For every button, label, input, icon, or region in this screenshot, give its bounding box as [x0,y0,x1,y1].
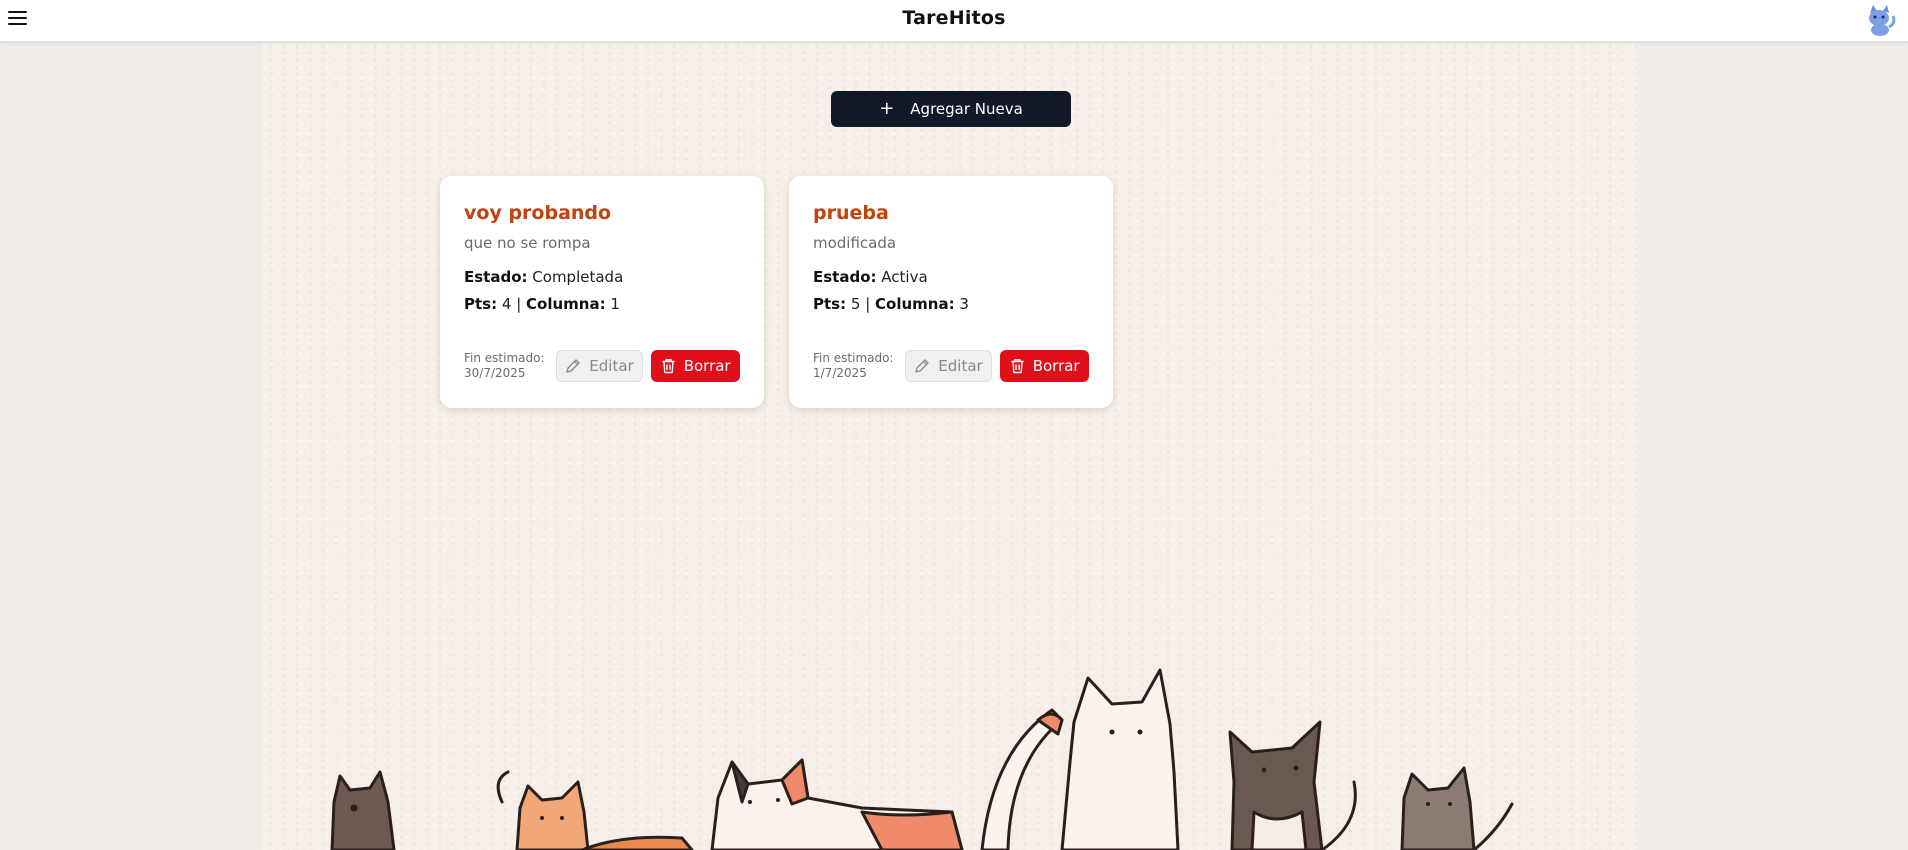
due-value: 30/7/2025 [464,366,526,380]
edit-button[interactable]: Editar [555,350,644,382]
status-label: Estado: [464,268,528,286]
edit-label: Editar [589,357,634,375]
due-date: Fin estimado: 1/7/2025 [813,351,905,381]
status-label: Estado: [813,268,877,286]
task-card: prueba modificada Estado: Activa Pts: 5 … [789,176,1113,408]
task-points-line: Pts: 4 | Columna: 1 [464,295,740,313]
edit-label: Editar [938,357,983,375]
due-date: Fin estimado: 30/7/2025 [464,351,556,381]
column-label: Columna: [875,295,955,313]
separator: | [865,295,871,313]
pencil-icon [915,359,929,373]
delete-label: Borrar [1032,357,1080,375]
scrollbar[interactable] [1896,42,1908,850]
delete-button[interactable]: Borrar [651,350,740,382]
task-card: voy probando que no se rompa Estado: Com… [440,176,764,408]
task-title: voy probando [464,202,612,224]
task-status-line: Estado: Completada [464,268,740,286]
app-title: TareHitos [902,7,1006,29]
status-value: Completada [532,268,624,286]
task-points-line: Pts: 5 | Columna: 3 [813,295,1089,313]
add-task-button[interactable]: + Agregar Nueva [831,91,1071,127]
delete-button[interactable]: Borrar [1000,350,1089,382]
plus-icon: + [879,98,895,119]
cats-illustration [330,668,1514,850]
card-footer: Fin estimado: 30/7/2025 Editar Borrar [464,349,740,383]
column-value: 1 [610,295,620,313]
task-description: modificada [813,234,897,252]
points-value: 5 [850,295,861,313]
column-label: Columna: [526,295,606,313]
task-status-line: Estado: Activa [813,268,1089,286]
due-value: 1/7/2025 [813,366,867,380]
separator: | [516,295,522,313]
top-header: TareHitos [0,0,1908,42]
points-label: Pts: [464,295,498,313]
trash-icon [662,359,675,374]
pencil-icon [566,359,580,373]
due-label: Fin estimado: [813,351,894,365]
status-value: Activa [881,268,928,286]
add-task-label: Agregar Nueva [910,100,1023,118]
card-footer: Fin estimado: 1/7/2025 Editar Borrar [813,349,1089,383]
task-title: prueba [813,202,889,224]
delete-label: Borrar [683,357,731,375]
due-label: Fin estimado: [464,351,545,365]
cat-avatar-icon[interactable] [1862,1,1898,37]
points-value: 4 [501,295,512,313]
edit-button[interactable]: Editar [904,350,993,382]
trash-icon [1011,359,1024,374]
main-content: + Agregar Nueva voy probando que no se r… [262,42,1638,850]
column-value: 3 [959,295,969,313]
points-label: Pts: [813,295,847,313]
task-description: que no se rompa [464,234,591,252]
